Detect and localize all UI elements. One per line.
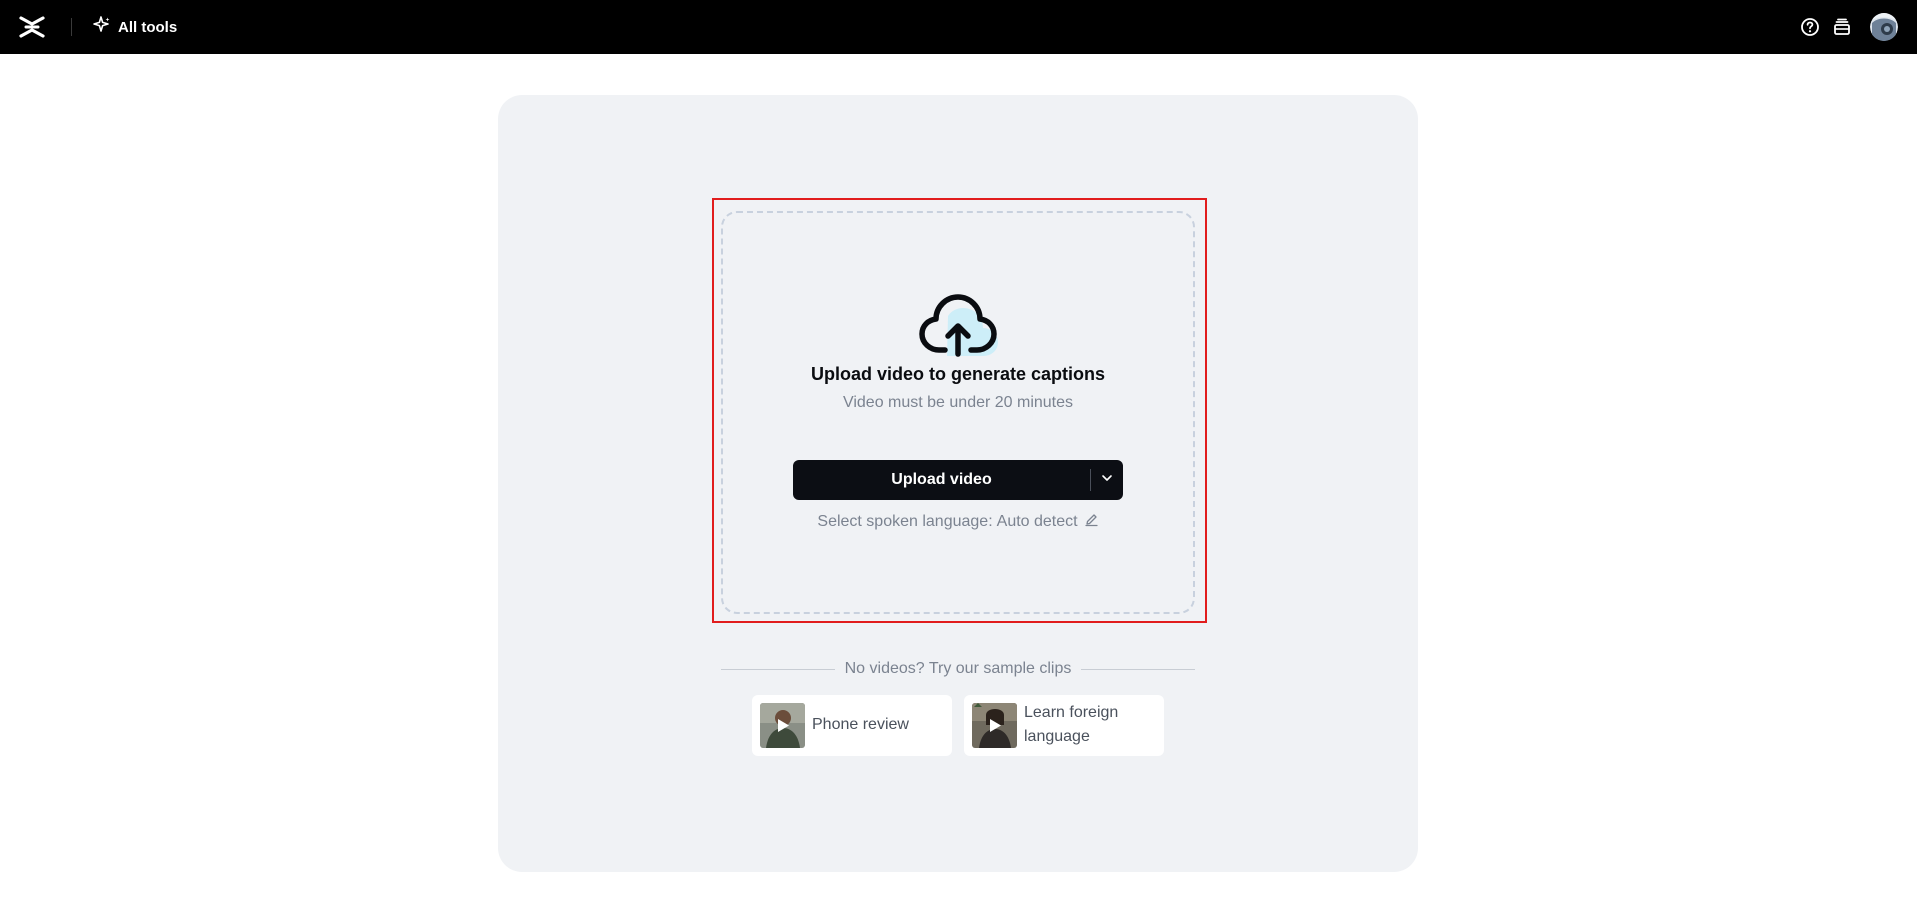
upload-subtitle: Video must be under 20 minutes xyxy=(842,394,1074,411)
divider-line-left xyxy=(721,668,835,670)
sample-label: Learn foreign language xyxy=(1024,704,1119,745)
language-prefix: Select spoken language: xyxy=(817,513,993,530)
all-tools-label: All tools xyxy=(118,18,178,36)
video-dropzone[interactable] xyxy=(721,211,1195,614)
top-navigation-bar: All tools xyxy=(0,0,1917,54)
sample-label: Phone review xyxy=(812,716,909,733)
help-icon[interactable] xyxy=(1799,16,1821,38)
upload-video-split-button: Upload video xyxy=(793,460,1123,500)
topbar-divider xyxy=(71,18,72,36)
sample-clips-heading: No videos? Try our sample clips xyxy=(844,660,1072,677)
chevron-down-icon xyxy=(1100,471,1114,490)
sample-clips-divider: No videos? Try our sample clips xyxy=(721,659,1196,679)
sparkle-icon xyxy=(93,15,111,39)
upload-video-button[interactable]: Upload video xyxy=(793,460,1090,500)
all-tools-button[interactable]: All tools xyxy=(93,15,177,39)
sample-clip-learn-foreign-language[interactable]: Learn foreign language xyxy=(964,695,1164,756)
pencil-edit-icon xyxy=(1084,512,1099,532)
cloud-upload-icon xyxy=(917,290,1001,362)
user-avatar[interactable] xyxy=(1870,13,1898,41)
spoken-language-selector[interactable]: Select spoken language: Auto detect xyxy=(721,512,1195,532)
sample-thumbnail xyxy=(760,703,805,748)
divider-line-right xyxy=(1081,668,1196,670)
language-value: Auto detect xyxy=(996,513,1078,530)
projects-stack-icon[interactable] xyxy=(1831,16,1853,38)
sample-clip-phone-review[interactable]: Phone review xyxy=(752,695,952,756)
sample-thumbnail xyxy=(972,703,1017,748)
upload-options-dropdown[interactable] xyxy=(1091,460,1123,500)
upload-title: Upload video to generate captions xyxy=(810,364,1106,384)
capcut-logo-icon[interactable] xyxy=(18,14,46,40)
